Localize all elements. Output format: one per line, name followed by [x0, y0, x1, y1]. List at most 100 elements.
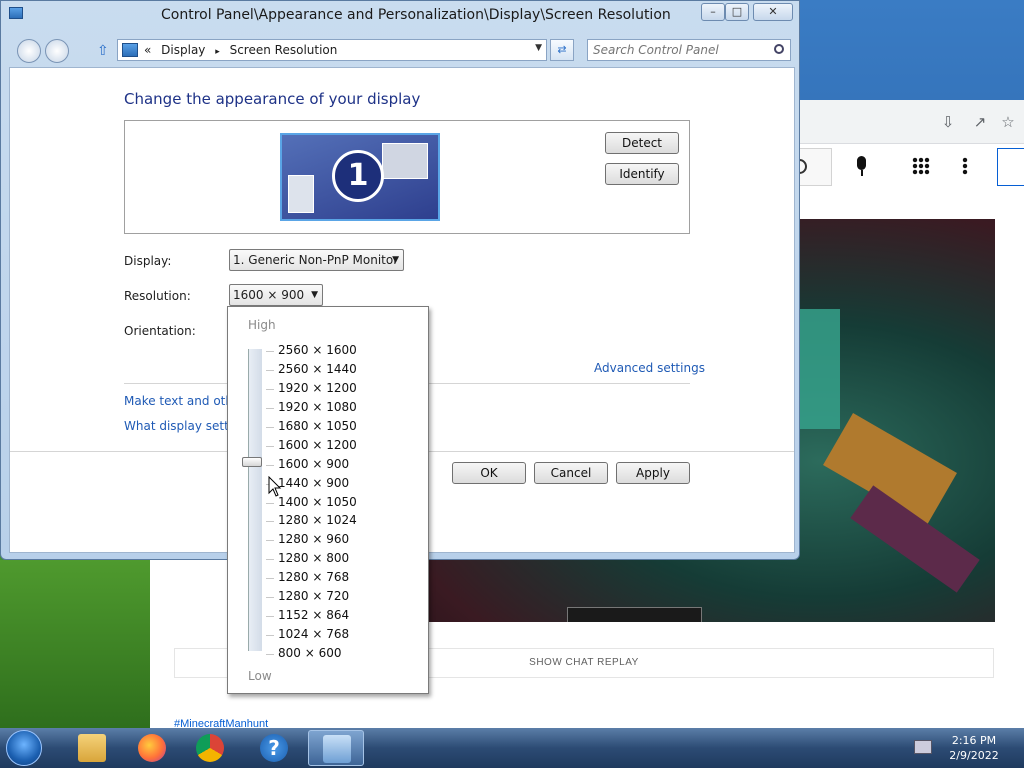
- address-bar[interactable]: « Display ▸ Screen Resolution ▼: [117, 39, 547, 61]
- breadcrumb-display[interactable]: Display: [161, 43, 205, 57]
- maximize-button[interactable]: □: [725, 3, 749, 21]
- monitor-preview-panel: 1 Detect Identify: [124, 120, 690, 234]
- apply-button[interactable]: Apply: [616, 462, 690, 484]
- search-box[interactable]: [587, 39, 791, 61]
- resolution-option[interactable]: 1920 × 1200: [278, 381, 357, 395]
- resolution-option[interactable]: 1024 × 768: [278, 627, 349, 641]
- share-icon[interactable]: ↗: [970, 112, 990, 132]
- up-arrow-icon[interactable]: ⇧: [97, 43, 113, 59]
- resolution-option[interactable]: 1600 × 1200: [278, 438, 357, 452]
- search-input[interactable]: [593, 42, 763, 58]
- resolution-option[interactable]: 1440 × 900: [278, 476, 349, 490]
- breadcrumb: « Display ▸ Screen Resolution: [144, 43, 343, 57]
- slider-tick: [266, 540, 274, 542]
- page-title: Change the appearance of your display: [124, 90, 421, 108]
- slider-tick: [266, 464, 274, 466]
- resolution-option[interactable]: 1280 × 800: [278, 551, 349, 565]
- firefox-icon: [138, 734, 166, 762]
- slider-tick: [266, 521, 274, 523]
- star-icon[interactable]: ☆: [998, 112, 1018, 132]
- slider-tick: [266, 369, 274, 371]
- refresh-button[interactable]: ⇄: [550, 39, 574, 61]
- more-options-icon[interactable]: [962, 157, 968, 175]
- breadcrumb-screen-resolution[interactable]: Screen Resolution: [230, 43, 338, 57]
- breadcrumb-separator-icon[interactable]: ▸: [215, 47, 220, 57]
- slider-tick: [266, 502, 274, 504]
- resolution-option[interactable]: 1920 × 1080: [278, 400, 357, 414]
- resolution-dropdown[interactable]: High 2560 × 1600 2560 × 1440 1920 × 1200 19…: [227, 306, 429, 694]
- slider-tick: [266, 654, 274, 656]
- help-icon: ?: [260, 734, 288, 762]
- low-label: Low: [248, 669, 272, 683]
- folder-icon: [78, 734, 106, 762]
- slider-tick: [266, 559, 274, 561]
- resolution-option[interactable]: 1280 × 1024: [278, 513, 357, 527]
- resolution-option[interactable]: 2560 × 1600: [278, 343, 357, 357]
- resolution-option[interactable]: 1280 × 768: [278, 570, 349, 584]
- resolution-option[interactable]: 2560 × 1440: [278, 362, 357, 376]
- resolution-option[interactable]: 1600 × 900: [278, 457, 349, 471]
- close-button[interactable]: ✕: [753, 3, 793, 21]
- resolution-option[interactable]: 1280 × 720: [278, 589, 349, 603]
- search-icon[interactable]: [774, 44, 784, 54]
- download-icon[interactable]: ⇩: [938, 112, 958, 132]
- slider-tick: [266, 616, 274, 618]
- monitor-thumbnail[interactable]: 1: [280, 133, 440, 221]
- slider-tick: [266, 597, 274, 599]
- start-button[interactable]: [6, 730, 42, 766]
- apps-grid-icon[interactable]: [912, 157, 930, 175]
- high-label: High: [248, 318, 276, 332]
- display-select[interactable]: 1. Generic Non-PnP Monitor ▼: [229, 249, 404, 271]
- detect-button[interactable]: Detect: [605, 132, 679, 154]
- taskbar-control-panel[interactable]: [308, 730, 364, 766]
- resolution-slider-thumb[interactable]: [242, 457, 262, 468]
- monitor-window-graphic: [382, 143, 428, 179]
- minimize-button[interactable]: –: [701, 3, 725, 21]
- resolution-option[interactable]: 1152 × 864: [278, 608, 349, 622]
- breadcrumb-overflow[interactable]: «: [144, 43, 151, 57]
- account-icon[interactable]: [997, 148, 1024, 186]
- ok-button[interactable]: OK: [452, 462, 526, 484]
- taskbar-help[interactable]: ?: [246, 730, 302, 766]
- slider-tick: [266, 635, 274, 637]
- window-title: Control Panel\Appearance and Personaliza…: [161, 7, 671, 23]
- cancel-button[interactable]: Cancel: [534, 462, 608, 484]
- resolution-select-value: 1600 × 900: [233, 288, 305, 302]
- taskbar-explorer[interactable]: [64, 730, 120, 766]
- chrome-icon: [196, 734, 224, 762]
- resolution-slider-track[interactable]: [248, 349, 262, 651]
- microphone-icon[interactable]: [853, 156, 871, 178]
- address-dropdown-icon[interactable]: ▼: [535, 43, 542, 53]
- mouse-pointer-icon: [268, 476, 282, 497]
- display-label: Display:: [124, 254, 172, 268]
- clock[interactable]: 2:16 PM 2/9/2022: [946, 733, 1002, 763]
- forward-button[interactable]: [45, 39, 69, 63]
- resolution-option[interactable]: 800 × 600: [278, 646, 342, 660]
- identify-button[interactable]: Identify: [605, 163, 679, 185]
- clock-time: 2:16 PM: [951, 734, 997, 747]
- chevron-down-icon: ▼: [311, 290, 318, 300]
- network-icon[interactable]: [914, 740, 932, 754]
- slider-tick: [266, 445, 274, 447]
- orientation-label: Orientation:: [124, 324, 196, 338]
- taskbar-chrome[interactable]: [182, 730, 238, 766]
- window-app-icon: [9, 7, 23, 19]
- resolution-select[interactable]: 1600 × 900 ▼: [229, 284, 323, 306]
- slider-tick: [266, 388, 274, 390]
- resolution-option[interactable]: 1280 × 960: [278, 532, 349, 546]
- resolution-option[interactable]: 1400 × 1050: [278, 495, 357, 509]
- slider-tick: [266, 578, 274, 580]
- clock-date: 2/9/2022: [949, 749, 999, 762]
- advanced-settings-link[interactable]: Advanced settings: [594, 361, 705, 375]
- chevron-down-icon: ▼: [392, 255, 399, 265]
- back-button[interactable]: [17, 39, 41, 63]
- taskbar-firefox[interactable]: [124, 730, 180, 766]
- desktop-wallpaper-grass: [0, 560, 160, 730]
- monitor-window-graphic: [288, 175, 314, 213]
- display-select-value: 1. Generic Non-PnP Monitor: [233, 253, 399, 267]
- resolution-option[interactable]: 1680 × 1050: [278, 419, 357, 433]
- slider-tick: [266, 351, 274, 352]
- slider-tick: [266, 426, 274, 428]
- hotbar: [567, 607, 702, 622]
- control-panel-icon: [122, 43, 138, 57]
